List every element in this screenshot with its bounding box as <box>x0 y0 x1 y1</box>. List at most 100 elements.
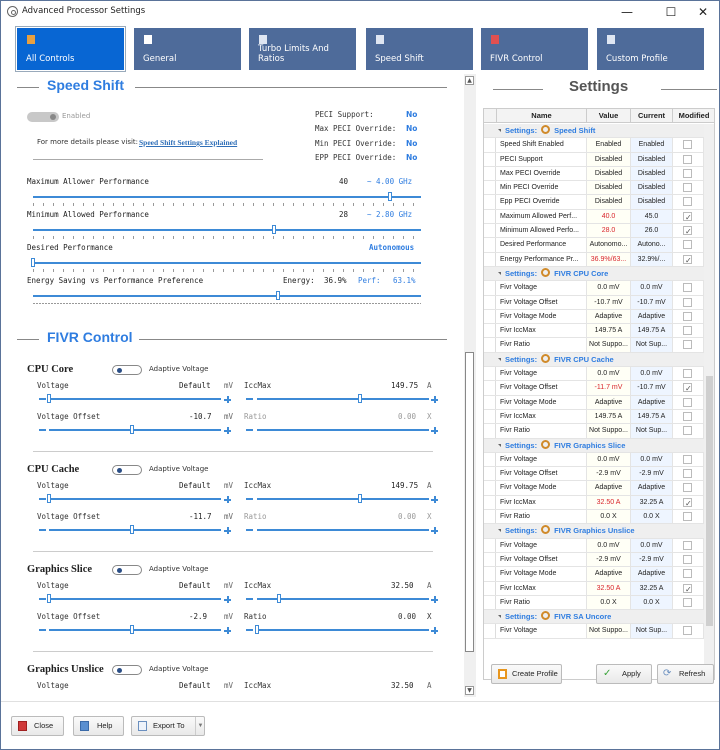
cpu-core-offset-slider[interactable] <box>49 425 221 435</box>
table-row[interactable]: Desired Performance Autonomo... Autono... <box>484 238 704 253</box>
collapse-triangle-icon[interactable] <box>498 271 501 275</box>
decrease-icon[interactable] <box>39 529 46 531</box>
settings-group-header[interactable]: Settings: FIVR SA Uncore <box>484 610 704 625</box>
table-row[interactable]: Fivr Voltage 0.0 mV 0.0 mV <box>484 367 704 382</box>
speed-shift-explained-link[interactable]: Speed Shift Settings Explained <box>139 138 237 147</box>
decrease-icon[interactable] <box>246 598 253 600</box>
setting-value[interactable]: Adaptive <box>587 309 631 324</box>
tab-turbo-limits-and-ratios[interactable]: Turbo Limits And Ratios <box>249 28 356 70</box>
setting-value[interactable]: Autonomo... <box>587 238 631 252</box>
tab-all-controls[interactable]: All Controls <box>15 26 126 72</box>
slider-thumb[interactable] <box>47 494 51 503</box>
table-row[interactable]: Fivr Voltage 0.0 mV 0.0 mV <box>484 452 704 468</box>
export-dropdown-arrow[interactable]: ▼ <box>195 717 205 735</box>
left-panel-scrollbar[interactable]: ▲ ▼ <box>464 74 476 697</box>
decrease-icon[interactable] <box>39 429 46 431</box>
slider-thumb[interactable] <box>47 394 51 403</box>
table-row[interactable]: Fivr Voltage Offset -2.9 mV -2.9 mV <box>484 552 704 568</box>
tab-custom-profile[interactable]: Custom Profile <box>597 28 704 70</box>
modified-checkbox[interactable] <box>683 469 692 479</box>
table-row[interactable]: Max PECI Override Disabled Disabled <box>484 166 704 182</box>
modified-checkbox[interactable] <box>683 297 692 307</box>
modified-checkbox[interactable] <box>683 340 692 350</box>
settings-group-header[interactable]: Settings: FIVR Graphics Unslice <box>484 524 704 539</box>
graphics-slice-voltage-slider[interactable] <box>47 594 221 604</box>
column-value[interactable]: Value <box>587 109 631 123</box>
export-button[interactable]: Export To ▼ <box>131 716 205 736</box>
modified-checkbox[interactable] <box>683 168 692 178</box>
setting-value[interactable]: 149.75 A <box>587 409 631 424</box>
setting-value[interactable]: 36.9%/63... <box>587 252 631 266</box>
decrease-icon[interactable] <box>39 598 46 600</box>
table-row[interactable]: Fivr Ratio Not Suppo... Not Sup... <box>484 424 704 439</box>
table-row[interactable]: Fivr IccMax 32.50 A 32.25 A <box>484 581 704 596</box>
settings-group-header[interactable]: Settings: FIVR CPU Core <box>484 266 704 282</box>
setting-value[interactable]: Adaptive <box>587 481 631 495</box>
table-row[interactable]: Fivr Voltage Mode Adaptive Adaptive <box>484 567 704 582</box>
slider-thumb[interactable] <box>277 594 282 603</box>
min-perf-slider[interactable] <box>33 225 421 239</box>
increase-icon[interactable] <box>224 627 231 634</box>
collapse-triangle-icon[interactable] <box>498 529 501 533</box>
setting-value[interactable]: Disabled <box>587 181 631 195</box>
table-row[interactable]: Fivr Voltage Offset -2.9 mV -2.9 mV <box>484 467 704 482</box>
modified-checkbox[interactable] <box>683 569 692 579</box>
table-row[interactable]: Epp PECI Override Disabled Disabled <box>484 195 704 210</box>
increase-icon[interactable] <box>224 496 231 503</box>
cpu-cache-adaptive-toggle[interactable] <box>112 465 142 475</box>
setting-value[interactable]: -2.9 mV <box>587 467 631 481</box>
setting-value[interactable]: 0.0 X <box>587 595 631 610</box>
settings-group-header[interactable]: Settings: FIVR CPU Cache <box>484 352 704 368</box>
speed-shift-toggle[interactable] <box>27 112 59 122</box>
decrease-icon[interactable] <box>246 429 253 431</box>
table-row[interactable]: Fivr Voltage Mode Adaptive Adaptive <box>484 309 704 325</box>
setting-value[interactable]: Disabled <box>587 166 631 181</box>
slider-thumb[interactable] <box>358 394 363 403</box>
modified-checkbox[interactable] <box>683 183 692 193</box>
setting-value[interactable]: 0.0 X <box>587 510 631 524</box>
setting-value[interactable]: 40.0 <box>587 209 631 224</box>
graphics-slice-adaptive-toggle[interactable] <box>112 565 142 575</box>
modified-checkbox[interactable] <box>683 254 692 266</box>
minimize-button[interactable]: — <box>609 1 645 23</box>
graphics-slice-offset-slider[interactable] <box>49 625 221 635</box>
setting-value[interactable]: Adaptive <box>587 567 631 581</box>
increase-icon[interactable] <box>431 627 438 634</box>
modified-checkbox[interactable] <box>683 397 692 407</box>
setting-value[interactable]: -10.7 mV <box>587 295 631 309</box>
increase-icon[interactable] <box>431 527 438 534</box>
increase-icon[interactable] <box>224 427 231 434</box>
table-row[interactable]: Fivr Voltage Mode Adaptive Adaptive <box>484 481 704 496</box>
table-row[interactable]: Fivr Ratio 0.0 X 0.0 X <box>484 510 704 525</box>
modified-checkbox[interactable] <box>683 197 692 207</box>
modified-checkbox[interactable] <box>683 311 692 321</box>
decrease-icon[interactable] <box>246 398 253 400</box>
cpu-cache-iccmax-slider[interactable] <box>257 494 429 504</box>
modified-checkbox[interactable] <box>683 283 692 293</box>
table-row[interactable]: Fivr Voltage Offset -11.7 mV -10.7 mV <box>484 381 704 396</box>
modified-checkbox[interactable] <box>683 554 692 564</box>
modified-checkbox[interactable] <box>683 382 692 395</box>
apply-button[interactable]: ✓ Apply <box>596 664 652 684</box>
slider-thumb[interactable] <box>129 525 134 534</box>
column-name[interactable]: Name <box>497 109 587 123</box>
cpu-core-ratio-slider[interactable] <box>257 425 429 435</box>
table-row[interactable]: Fivr Voltage 0.0 mV 0.0 mV <box>484 281 704 296</box>
table-row[interactable]: Fivr Ratio Not Suppo... Not Sup... <box>484 338 704 353</box>
setting-value[interactable]: -11.7 mV <box>587 381 631 395</box>
decrease-icon[interactable] <box>39 398 46 400</box>
grid-scroll-thumb[interactable] <box>706 376 713 626</box>
modified-checkbox[interactable] <box>683 211 692 223</box>
slider-thumb[interactable] <box>255 625 259 634</box>
setting-value[interactable]: Not Suppo... <box>587 424 631 438</box>
table-row[interactable]: Fivr IccMax 32.50 A 32.25 A <box>484 495 704 511</box>
cpu-cache-offset-slider[interactable] <box>49 525 221 535</box>
setting-value[interactable]: Disabled <box>587 152 631 166</box>
close-window-button[interactable]: ✕ <box>685 1 720 23</box>
collapse-triangle-icon[interactable] <box>498 615 501 619</box>
table-row[interactable]: Min PECI Override Disabled Disabled <box>484 181 704 196</box>
increase-icon[interactable] <box>431 396 438 403</box>
table-row[interactable]: Speed Shift Enabled Enabled Enabled <box>484 138 704 153</box>
modified-checkbox[interactable] <box>683 512 692 522</box>
increase-icon[interactable] <box>431 496 438 503</box>
